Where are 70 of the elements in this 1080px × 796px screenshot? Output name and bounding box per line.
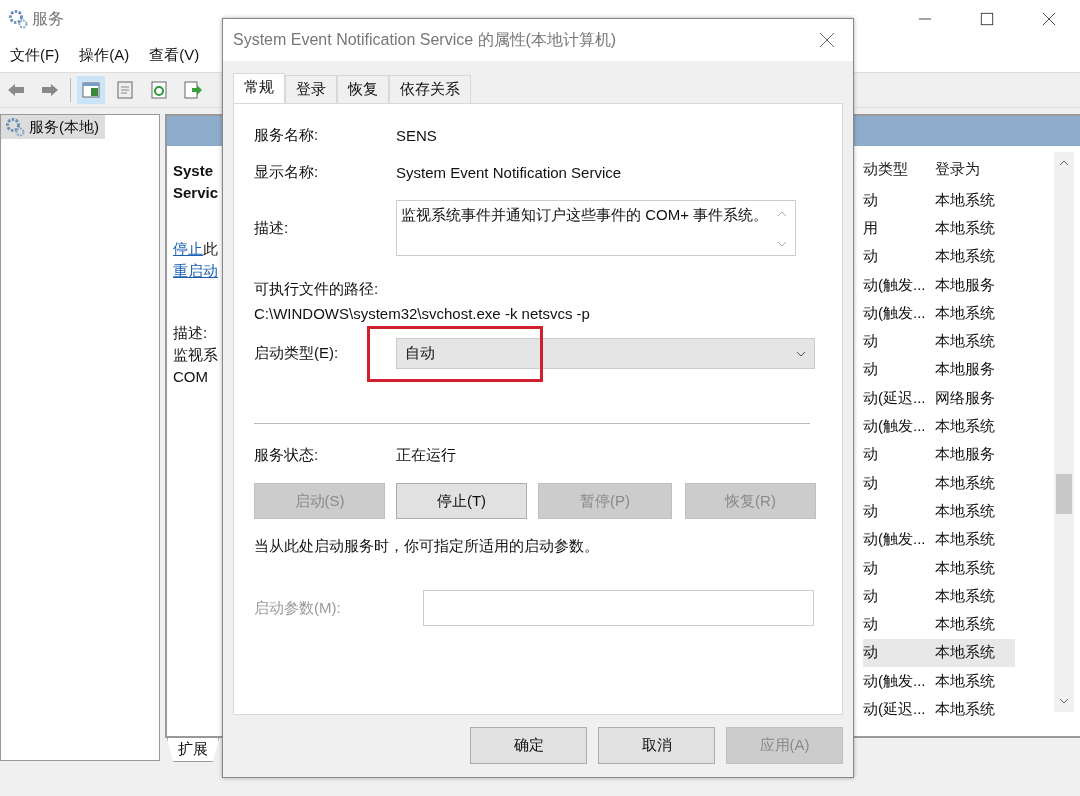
service-title: Syste: [173, 161, 215, 181]
hint-text: 当从此处启动服务时，你可指定所适用的启动参数。: [254, 537, 600, 556]
table-row[interactable]: 动 本地系统: [863, 582, 1015, 611]
startup-type-dropdown[interactable]: 自动: [396, 338, 815, 369]
service-button[interactable]: 停止(T): [396, 483, 527, 519]
action-link[interactable]: 重启动: [173, 262, 218, 279]
tab[interactable]: 扩展: [167, 738, 219, 762]
field-label: 服务名称:: [254, 126, 320, 145]
column-header[interactable]: 动类型: [863, 159, 935, 179]
dialog-title: System Event Notification Service 的属性(本地计算机): [233, 29, 618, 50]
tab[interactable]: 依存关系: [389, 75, 471, 103]
status-value: 正在运行: [396, 446, 456, 465]
scroll-thumb[interactable]: [1056, 474, 1072, 514]
scroll-down-icon[interactable]: [1059, 698, 1069, 704]
scroll-up-icon[interactable]: [1059, 160, 1069, 166]
tab[interactable]: 常规: [233, 73, 285, 103]
gear-icon: [5, 117, 25, 137]
close-icon[interactable]: [819, 32, 835, 48]
service-title: Servic: [173, 183, 220, 203]
field-label: 启动类型(E):: [254, 344, 340, 363]
tab[interactable]: 恢复: [337, 75, 389, 103]
table-row[interactable]: 动 本地系统: [863, 553, 1015, 583]
field-label: 显示名称:: [254, 163, 320, 182]
field-value: SENS: [396, 127, 437, 144]
dialog-button[interactable]: 确定: [470, 727, 587, 764]
dialog-button[interactable]: 取消: [598, 727, 715, 764]
scrollbar[interactable]: [1054, 152, 1074, 712]
table-row[interactable]: 动 本地服务: [863, 440, 1015, 469]
table-row[interactable]: 动(触发... 本地系统: [863, 299, 1015, 328]
scroll-up-icon[interactable]: [777, 211, 787, 217]
path-text: C:\WINDOWS\system32\svchost.exe -k netsvcs -p: [254, 305, 591, 322]
menu-item[interactable]: 查看(V): [149, 45, 200, 65]
field-label: 服务状态:: [254, 446, 320, 465]
scroll-down-icon[interactable]: [777, 241, 787, 247]
window-title: 服务: [32, 8, 64, 29]
selected-row[interactable]: 动 本地系统: [863, 638, 1015, 668]
field-value: System Event Notification Service: [396, 164, 622, 181]
table-row[interactable]: 动 本地系统: [863, 327, 1015, 356]
description-text: COM: [173, 367, 209, 387]
action-link[interactable]: 停止: [173, 240, 203, 257]
tab[interactable]: 登录: [285, 75, 337, 103]
description-box[interactable]: 监视系统事件并通知订户这些事件的 COM+ 事件系统。: [396, 200, 796, 256]
close-icon[interactable]: [1042, 12, 1056, 26]
field-label: 启动参数(M):: [254, 598, 342, 618]
table-row[interactable]: 动 本地系统: [863, 468, 1015, 498]
column-header[interactable]: 登录为: [935, 159, 1011, 179]
tree-item[interactable]: 服务(本地): [1, 115, 105, 139]
table-row[interactable]: 动 本地系统: [863, 242, 1015, 271]
table-row[interactable]: 动(延迟... 网络服务: [863, 384, 1015, 413]
table-row[interactable]: 动(触发... 本地系统: [863, 412, 1015, 441]
table-row[interactable]: 动 本地系统: [863, 186, 1015, 215]
table-row[interactable]: 动 本地系统: [863, 610, 1015, 639]
table-row[interactable]: 动(触发... 本地系统: [863, 667, 1015, 696]
menu-item[interactable]: 操作(A): [79, 45, 130, 65]
field-label: 可执行文件的路径:: [254, 280, 380, 299]
table-row[interactable]: 动(触发... 本地服务: [863, 270, 1015, 300]
table-row[interactable]: 动(延迟... 本地系统: [863, 695, 1015, 724]
action-text: 此: [203, 240, 218, 257]
maximize-icon[interactable]: [980, 12, 994, 26]
table-row[interactable]: 动 本地服务: [863, 355, 1015, 385]
menu-item[interactable]: 文件(F): [10, 45, 60, 65]
table-row[interactable]: 动 本地系统: [863, 497, 1015, 526]
gear-icon: [8, 9, 28, 29]
panel-icon[interactable]: [77, 76, 105, 104]
field-label: 描述:: [254, 218, 290, 238]
table-row[interactable]: 用 本地系统: [863, 214, 1015, 243]
caret-icon: [796, 350, 806, 357]
table-row[interactable]: 动(触发... 本地系统: [863, 525, 1015, 554]
description-label: 描述:: [173, 323, 209, 343]
description-text: 监视系: [173, 345, 219, 365]
